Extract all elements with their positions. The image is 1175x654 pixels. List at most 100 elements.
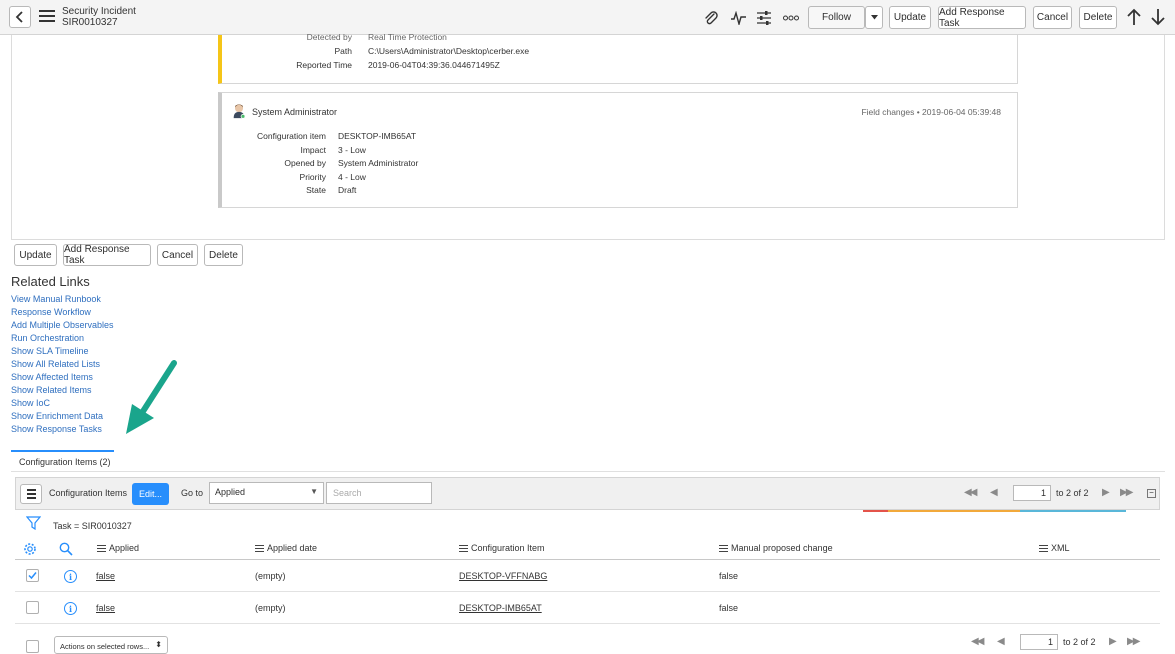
goto-label: Go to <box>181 488 204 498</box>
kv-value: 4 - Low <box>338 172 366 182</box>
cell-manual-proposed-change: false <box>719 571 739 581</box>
arrow-up-icon[interactable] <box>1126 8 1144 28</box>
list-menu-button[interactable] <box>20 484 42 504</box>
row-checkbox[interactable] <box>26 601 39 614</box>
edit-button[interactable]: Edit... <box>132 483 169 505</box>
first-page-icon[interactable]: ◀◀ <box>964 487 977 498</box>
add-response-task-button[interactable]: Add Response Task <box>938 6 1026 29</box>
kv-value: DESKTOP-IMB65AT <box>338 131 417 141</box>
related-links-title: Related Links <box>11 274 90 289</box>
kv-value: 3 - Low <box>338 145 366 155</box>
tab-configuration-items[interactable]: Configuration Items (2) <box>11 450 114 472</box>
kv-value: C:\Users\Administrator\Desktop\cerber.ex… <box>368 46 530 56</box>
last-page-icon[interactable]: ▶▶ <box>1127 636 1140 647</box>
select-all-checkbox[interactable] <box>26 640 39 653</box>
link-show-enrichment-data[interactable]: Show Enrichment Data <box>11 411 103 421</box>
search-icon[interactable] <box>59 542 73 556</box>
link-show-response-tasks[interactable]: Show Response Tasks <box>11 424 102 434</box>
column-menu-icon[interactable] <box>255 543 264 554</box>
info-icon[interactable]: i <box>64 602 77 615</box>
kv-key: Impact <box>300 145 326 155</box>
page-number-input[interactable]: 1 <box>1013 485 1051 501</box>
record-title: Security Incident SIR0010327 <box>62 6 136 28</box>
column-header-xml[interactable]: XML <box>1039 543 1070 554</box>
kv-key: Reported Time <box>296 60 352 70</box>
info-icon[interactable]: i <box>64 570 77 583</box>
paperclip-icon[interactable] <box>702 9 720 27</box>
cell-applied[interactable]: false <box>96 603 115 613</box>
gear-icon[interactable] <box>23 542 37 556</box>
column-header-label: Configuration Item <box>471 543 545 554</box>
dropdown-caret-icon: ⬍ <box>155 640 162 649</box>
page-number-input[interactable]: 1 <box>1020 634 1058 650</box>
goto-select[interactable]: Applied ▼ <box>209 482 324 504</box>
link-add-multiple-observables[interactable]: Add Multiple Observables <box>11 320 114 330</box>
dropdown-caret-icon <box>870 15 878 20</box>
filter-icon[interactable] <box>26 516 41 530</box>
row-checkbox[interactable] <box>26 569 39 582</box>
last-page-icon[interactable]: ▶▶ <box>1120 487 1133 498</box>
column-menu-icon[interactable] <box>459 543 468 554</box>
column-header-applied[interactable]: Applied <box>97 543 139 554</box>
status-colorbar <box>863 510 888 512</box>
dropdown-caret-icon: ▼ <box>310 487 318 496</box>
column-header-configuration-item[interactable]: Configuration Item <box>459 543 545 554</box>
next-page-icon[interactable]: ▶ <box>1109 636 1117 647</box>
column-header-label: Applied date <box>267 543 318 554</box>
cell-configuration-item[interactable]: DESKTOP-IMB65AT <box>459 603 542 613</box>
link-show-ioc[interactable]: Show IoC <box>11 398 50 408</box>
update-button-bottom[interactable]: Update <box>14 244 57 266</box>
kv-value: Draft <box>338 185 357 195</box>
back-button[interactable] <box>9 6 31 28</box>
more-icon[interactable] <box>782 9 800 27</box>
cell-configuration-item[interactable]: DESKTOP-VFFNABG <box>459 571 547 581</box>
kv-key: State <box>306 185 326 195</box>
column-menu-icon[interactable] <box>1039 543 1048 554</box>
follow-button[interactable]: Follow <box>808 6 865 29</box>
column-menu-icon[interactable] <box>719 543 728 554</box>
follow-dropdown-button[interactable] <box>865 6 883 29</box>
cell-applied[interactable]: false <box>96 571 115 581</box>
column-header-manual-proposed-change[interactable]: Manual proposed change <box>719 543 833 554</box>
column-header-label: Manual proposed change <box>731 543 833 554</box>
column-header-applied-date[interactable]: Applied date <box>255 543 317 554</box>
collapse-icon[interactable]: − <box>1147 489 1156 498</box>
link-run-orchestration[interactable]: Run Orchestration <box>11 333 84 343</box>
first-page-icon[interactable]: ◀◀ <box>971 636 984 647</box>
filter-breadcrumb[interactable]: Task = SIR0010327 <box>53 521 132 531</box>
update-button[interactable]: Update <box>889 6 931 29</box>
cancel-button[interactable]: Cancel <box>1033 6 1072 29</box>
activity-icon[interactable] <box>729 9 747 27</box>
prev-page-icon[interactable]: ◀ <box>997 636 1005 647</box>
arrow-down-icon[interactable] <box>1150 8 1168 28</box>
record-type: Security Incident <box>62 6 136 17</box>
delete-button-bottom[interactable]: Delete <box>204 244 243 266</box>
settings-sliders-icon[interactable] <box>755 9 773 27</box>
annotation-arrow-icon <box>126 360 177 434</box>
link-show-affected-items[interactable]: Show Affected Items <box>11 372 93 382</box>
delete-button[interactable]: Delete <box>1079 6 1117 29</box>
page-range-text: to 2 of 2 <box>1056 488 1089 498</box>
cell-manual-proposed-change: false <box>719 603 739 613</box>
column-menu-icon[interactable] <box>97 543 106 554</box>
menu-icon[interactable] <box>39 10 55 24</box>
link-view-manual-runbook[interactable]: View Manual Runbook <box>11 294 101 304</box>
prev-page-icon[interactable]: ◀ <box>990 487 998 498</box>
status-colorbar <box>1020 510 1126 512</box>
back-icon <box>15 11 23 23</box>
next-page-icon[interactable]: ▶ <box>1102 487 1110 498</box>
link-show-related-items[interactable]: Show Related Items <box>11 385 92 395</box>
table-header-divider <box>15 559 1160 560</box>
activity-author[interactable]: System Administrator <box>252 107 337 117</box>
record-number: SIR0010327 <box>62 17 118 28</box>
cancel-button-bottom[interactable]: Cancel <box>157 244 198 266</box>
column-header-label: Applied <box>109 543 140 554</box>
status-colorbar <box>888 510 1020 512</box>
link-show-all-related-lists[interactable]: Show All Related Lists <box>11 359 100 369</box>
link-response-workflow[interactable]: Response Workflow <box>11 307 91 317</box>
search-input[interactable]: Search <box>326 482 432 504</box>
row-divider <box>15 623 1160 624</box>
link-show-sla-timeline[interactable]: Show SLA Timeline <box>11 346 89 356</box>
add-response-task-button-bottom[interactable]: Add Response Task <box>63 244 151 266</box>
actions-select[interactable]: Actions on selected rows... ⬍ <box>54 636 168 654</box>
